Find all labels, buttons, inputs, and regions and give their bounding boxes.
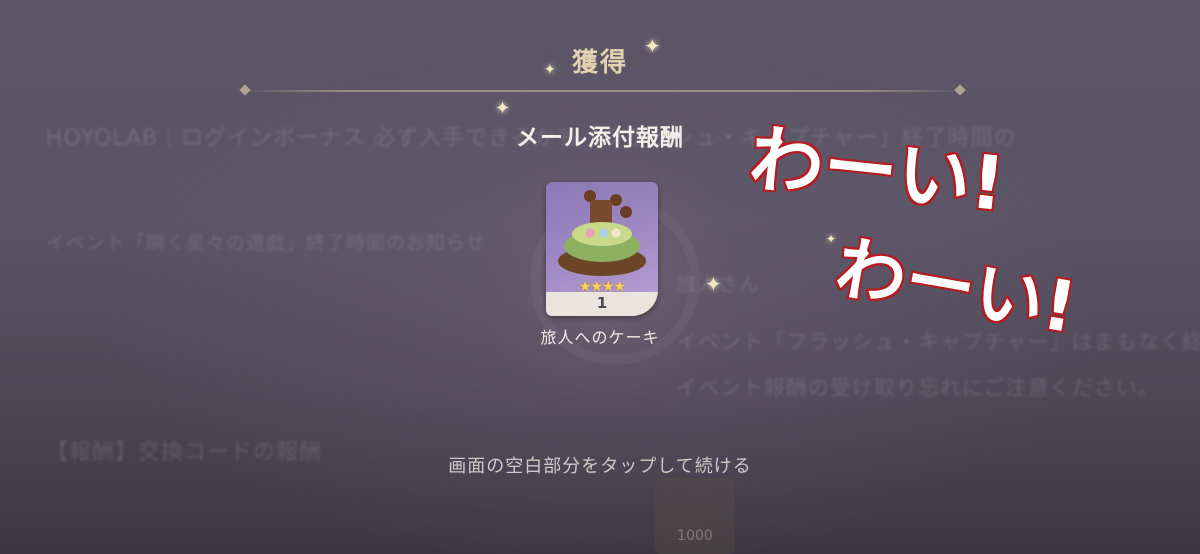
sparkle-icon: ✦ (544, 62, 556, 78)
tap-to-continue-hint[interactable]: 画面の空白部分をタップして続ける (0, 452, 1200, 478)
sparkle-icon: ✦ (826, 232, 837, 246)
dialog-title: 獲得 (571, 48, 628, 78)
sparkle-icon: ✦ (705, 272, 722, 296)
sparkle-icon: ✦ (495, 98, 511, 119)
bg-mail-line: イベント報酬の受け取り忘れにご注意ください。 (676, 376, 1160, 400)
cake-icon (546, 182, 658, 292)
dialog-subtitle: メール添付報酬 (516, 125, 684, 151)
sparkle-icon: ✦ (644, 34, 661, 58)
bg-mail-line: イベント「瞬く星々の遊戯」終了時間のお知らせ (46, 232, 486, 254)
header-divider (235, 90, 970, 92)
reward-item-card[interactable]: ★★★★ 1 (546, 182, 658, 316)
item-count: 1 (596, 294, 608, 312)
bg-claim-value: 1000 (677, 528, 713, 544)
